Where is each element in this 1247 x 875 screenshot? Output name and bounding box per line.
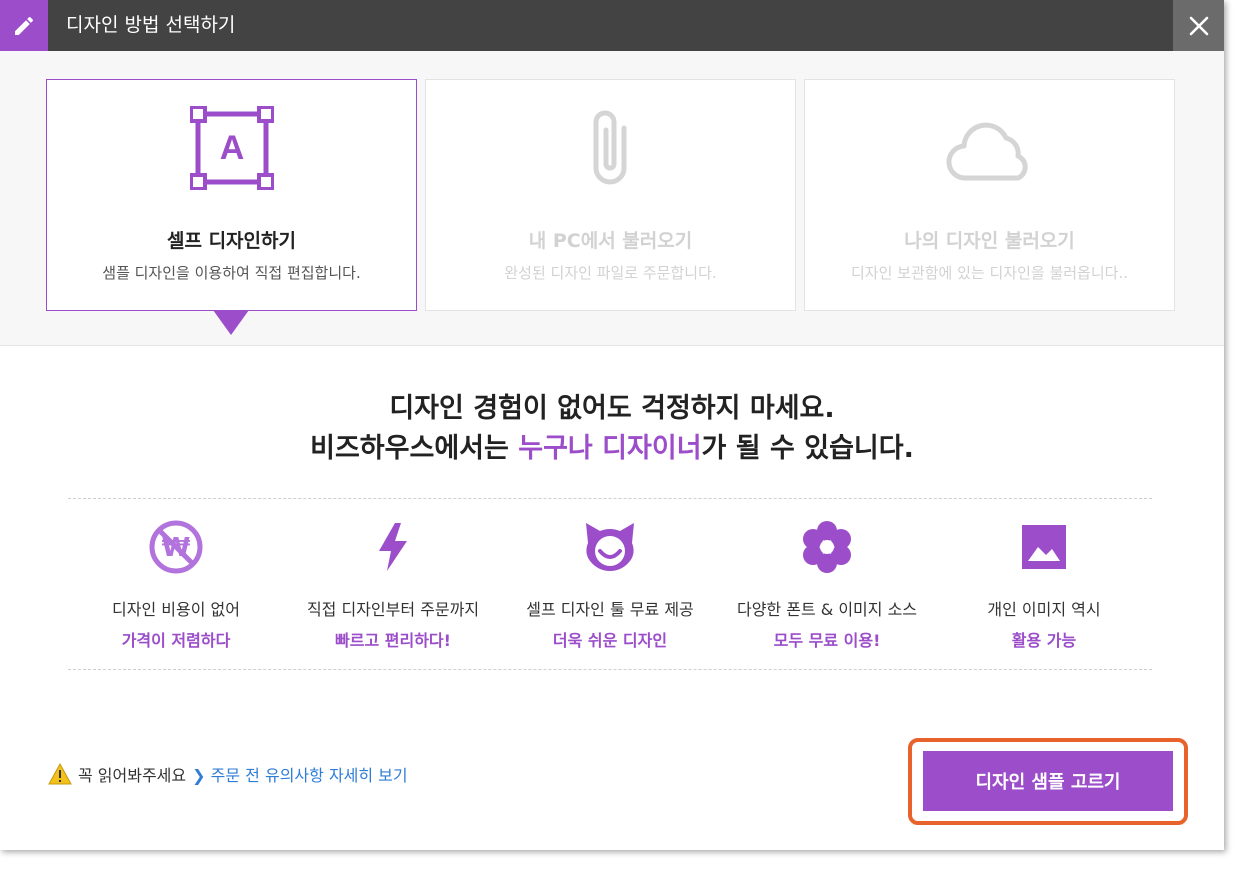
flower-icon — [719, 519, 935, 575]
feature-line1: 다양한 폰트 & 이미지 소스 — [736, 600, 918, 619]
feature-line2: 모두 무료 이용! — [773, 631, 881, 650]
modal-title: 디자인 방법 선택하기 — [66, 14, 236, 36]
method-options-area: A 셀프 디자인하기 샘플 디자인을 이용하여 직접 편집합니다. 내 PC에서… — [0, 51, 1224, 346]
feature-item: 다양한 폰트 & 이미지 소스 모두 무료 이용! — [719, 499, 935, 669]
no-won-icon: ₩ — [68, 519, 284, 575]
notice-bar: 꼭 읽어봐주세요 ❯ 주문 전 유의사항 자세히 보기 — [48, 762, 408, 786]
notice-detail-link[interactable]: ❯ 주문 전 유의사항 자세히 보기 — [192, 762, 407, 786]
modal-titlebar: 디자인 방법 선택하기 — [0, 0, 1224, 51]
option-desc: 디자인 보관함에 있는 디자인을 불러옵니다.. — [850, 264, 1128, 282]
feature-item: ₩ 디자인 비용이 없어 가격이 저렴하다 — [68, 499, 284, 669]
selected-indicator-arrow — [213, 310, 249, 335]
headline-line2-pre: 비즈하우스에서는 — [310, 433, 519, 464]
svg-text:A: A — [219, 129, 244, 167]
feature-line2: 활용 가능 — [1011, 631, 1077, 650]
close-button[interactable] — [1173, 0, 1224, 51]
option-load-my-design[interactable]: 나의 디자인 불러오기 디자인 보관함에 있는 디자인을 불러옵니다.. — [804, 79, 1175, 311]
option-load-from-pc[interactable]: 내 PC에서 불러오기 완성된 디자인 파일로 주문합니다. — [425, 79, 796, 311]
feature-line1: 개인 이미지 역시 — [987, 600, 1101, 619]
headline-line2-post: 가 될 수 있습니다. — [701, 433, 914, 464]
feature-list: ₩ 디자인 비용이 없어 가격이 저렴하다 직접 디자인부터 주문까지 빠르고 … — [68, 498, 1152, 670]
feature-line1: 디자인 비용이 없어 — [112, 600, 240, 619]
cloud-icon — [805, 106, 1174, 194]
option-title: 셀프 디자인하기 — [167, 230, 296, 252]
feature-item: 직접 디자인부터 주문까지 빠르고 편리하다! — [285, 499, 501, 669]
feature-line2: 빠르고 편리하다! — [335, 631, 451, 650]
paperclip-icon — [426, 106, 795, 194]
option-self-design[interactable]: A 셀프 디자인하기 샘플 디자인을 이용하여 직접 편집합니다. — [46, 79, 417, 311]
notice-label: 꼭 읽어봐주세요 — [78, 766, 187, 785]
option-title: 내 PC에서 불러오기 — [528, 230, 693, 252]
notice-link-text: 주문 전 유의사항 자세히 보기 — [210, 766, 408, 785]
close-icon — [1189, 16, 1208, 35]
feature-line2: 더욱 쉬운 디자인 — [552, 631, 668, 650]
feature-line1: 직접 디자인부터 주문까지 — [306, 600, 480, 619]
feature-item: 셀프 디자인 툴 무료 제공 더욱 쉬운 디자인 — [502, 499, 718, 669]
option-desc: 완성된 디자인 파일로 주문합니다. — [504, 264, 717, 282]
text-frame-icon: A — [47, 106, 416, 194]
feature-item: 개인 이미지 역시 활용 가능 — [936, 499, 1152, 669]
feature-line2: 가격이 저렴하다 — [121, 631, 231, 650]
lightning-icon — [285, 519, 501, 575]
headline-line2: 비즈하우스에서는 누구나 디자이너가 될 수 있습니다. — [0, 426, 1224, 465]
option-title: 나의 디자인 불러오기 — [904, 230, 1075, 252]
image-icon — [936, 519, 1152, 575]
choose-design-sample-button[interactable]: 디자인 샘플 고르기 — [923, 751, 1173, 811]
headline-line1: 디자인 경험이 없어도 걱정하지 마세요. — [389, 393, 835, 424]
option-desc: 샘플 디자인을 이용하여 직접 편집합니다. — [102, 264, 361, 282]
feature-line1: 셀프 디자인 툴 무료 제공 — [526, 600, 694, 619]
design-method-modal: 디자인 방법 선택하기 A 셀프 디자인하기 샘플 디자인을 이용하여 직접 편… — [0, 0, 1224, 850]
chevron-right-icon: ❯ — [192, 766, 206, 785]
headline-highlight: 누구나 디자이너 — [518, 433, 702, 464]
pencil-icon — [0, 0, 48, 51]
warning-icon — [48, 763, 72, 785]
cat-face-icon — [502, 519, 718, 575]
